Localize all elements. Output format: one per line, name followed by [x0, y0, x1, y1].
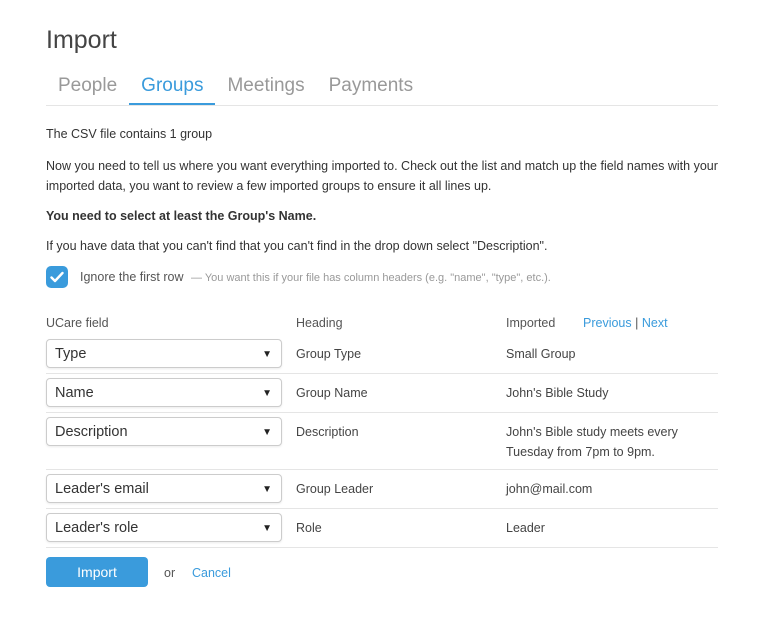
triangle-down-icon: ▼ — [262, 427, 272, 438]
field-select-leader-email[interactable]: Leader's email ▼ — [46, 474, 282, 503]
field-select-value: Leader's role — [55, 520, 139, 536]
table-row: Leader's role ▼ Role Leader — [46, 509, 718, 548]
next-link[interactable]: Next — [642, 316, 668, 330]
instructions-text: Now you need to tell us where you want e… — [46, 159, 718, 193]
field-select-type[interactable]: Type ▼ — [46, 339, 282, 368]
heading-cell: Description — [296, 425, 359, 439]
ignore-first-row-checkbox[interactable] — [46, 266, 68, 288]
imported-cell: Leader — [506, 521, 545, 535]
table-row: Type ▼ Group Type Small Group — [46, 336, 718, 374]
col-header-heading: Heading — [296, 316, 343, 330]
pager-separator: | — [635, 316, 639, 330]
page-title: Import — [46, 26, 117, 54]
tab-payments[interactable]: Payments — [317, 72, 425, 103]
ignore-first-row-label-text: Ignore the first row — [80, 270, 184, 284]
field-select-description[interactable]: Description ▼ — [46, 417, 282, 446]
triangle-down-icon: ▼ — [262, 484, 272, 495]
tab-meetings[interactable]: Meetings — [215, 72, 316, 103]
heading-cell: Role — [296, 521, 322, 535]
cancel-link[interactable]: Cancel — [192, 566, 231, 580]
imported-cell: john@mail.com — [506, 482, 593, 496]
imported-cell: Small Group — [506, 347, 576, 361]
col-header-imported: Imported — [506, 316, 556, 330]
tab-groups[interactable]: Groups — [129, 72, 216, 105]
description-hint: If you have data that you can't find tha… — [46, 239, 548, 253]
heading-cell: Group Type — [296, 347, 362, 361]
checkmark-icon — [50, 271, 64, 283]
ignore-first-row-option: Ignore the first row — You want this if … — [46, 266, 551, 288]
table-row: Description ▼ Description John's Bible s… — [46, 413, 718, 470]
heading-cell: Group Name — [296, 386, 368, 400]
csv-summary: The CSV file contains 1 group — [46, 127, 213, 141]
triangle-down-icon: ▼ — [262, 388, 272, 399]
field-select-value: Leader's email — [55, 481, 149, 497]
ignore-first-row-label: Ignore the first row — You want this if … — [80, 270, 551, 284]
triangle-down-icon: ▼ — [262, 349, 272, 360]
tab-people[interactable]: People — [46, 72, 129, 103]
imported-cell: John's Bible study meets every Tuesday f… — [506, 425, 678, 459]
previous-link[interactable]: Previous — [583, 316, 632, 330]
table-row: Leader's email ▼ Group Leader john@mail.… — [46, 470, 718, 509]
col-header-field: UCare field — [46, 316, 109, 330]
field-select-value: Type — [55, 346, 87, 362]
or-text: or — [164, 566, 176, 580]
table-row: Name ▼ Group Name John's Bible Study — [46, 374, 718, 413]
field-select-leader-role[interactable]: Leader's role ▼ — [46, 513, 282, 542]
import-button[interactable]: Import — [46, 557, 148, 587]
field-select-value: Description — [55, 424, 128, 440]
triangle-down-icon: ▼ — [262, 523, 272, 534]
field-select-name[interactable]: Name ▼ — [46, 378, 282, 407]
imported-cell: John's Bible Study — [506, 386, 609, 400]
tab-bar: People Groups Meetings Payments — [46, 72, 718, 106]
ignore-first-row-hint: — You want this if your file has column … — [191, 272, 551, 284]
field-select-value: Name — [55, 385, 94, 401]
heading-cell: Group Leader — [296, 482, 374, 496]
requirement-text: You need to select at least the Group's … — [46, 209, 317, 223]
pager: Previous | Next — [583, 316, 668, 330]
